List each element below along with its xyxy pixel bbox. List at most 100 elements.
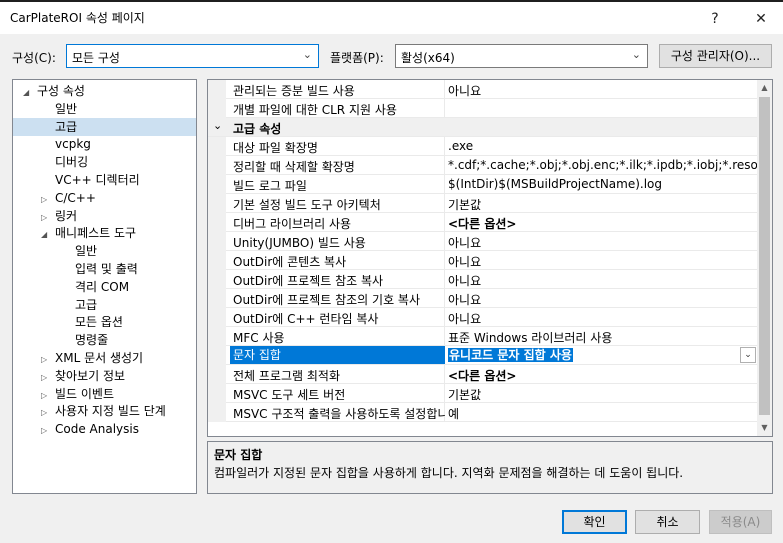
scroll-thumb[interactable] bbox=[759, 97, 770, 415]
tree-item[interactable]: ▷ C/C++ bbox=[13, 189, 196, 207]
tree-item[interactable]: 일반 bbox=[13, 100, 196, 118]
description-text: 컴파일러가 지정된 문자 집합을 사용하게 합니다. 지역화 문제점을 해결하는… bbox=[214, 466, 684, 480]
config-select[interactable]: 모든 구성 ⌄ bbox=[66, 44, 319, 68]
property-value[interactable]: .exe bbox=[448, 139, 758, 153]
property-category[interactable]: ⌄ 고급 속성 bbox=[208, 118, 758, 137]
property-value[interactable]: 유니코드 문자 집합 사용 bbox=[448, 346, 758, 364]
tree-item-label: 일반 bbox=[55, 101, 78, 116]
close-button[interactable]: ✕ bbox=[746, 8, 776, 30]
property-value[interactable]: 아니요 bbox=[448, 291, 758, 308]
property-row[interactable]: OutDir에 프로젝트 참조의 기호 복사 아니요 bbox=[208, 289, 758, 308]
tree-item[interactable]: 격리 COM bbox=[13, 278, 196, 296]
expand-arrow-icon[interactable]: ▷ bbox=[41, 422, 55, 440]
row-margin bbox=[208, 213, 226, 232]
tree-item-label: 고급 bbox=[75, 297, 98, 312]
config-manager-button[interactable]: 구성 관리자(O)... bbox=[659, 44, 772, 68]
property-row[interactable]: MSVC 구조적 출력을 사용하도록 설정합니다 예 bbox=[208, 403, 758, 422]
property-value[interactable]: 아니요 bbox=[448, 310, 758, 327]
tree-item[interactable]: ▷ 빌드 이벤트 bbox=[13, 385, 196, 403]
property-row[interactable]: OutDir에 프로젝트 참조 복사 아니요 bbox=[208, 270, 758, 289]
row-margin bbox=[208, 365, 226, 384]
tree-item[interactable]: ▷ XML 문서 생성기 bbox=[13, 349, 196, 367]
apply-button[interactable]: 적용(A) bbox=[709, 510, 772, 534]
tree-item[interactable]: ▷ Code Analysis bbox=[13, 420, 196, 438]
tree-item[interactable]: 일반 bbox=[13, 242, 196, 260]
property-row[interactable]: 개별 파일에 대한 CLR 지원 사용 bbox=[208, 99, 758, 118]
property-name: 전체 프로그램 최적화 bbox=[233, 369, 340, 383]
property-name: OutDir에 프로젝트 참조의 기호 복사 bbox=[233, 293, 421, 307]
property-row[interactable]: MSVC 도구 세트 버전 기본값 bbox=[208, 384, 758, 403]
property-name: OutDir에 C++ 런타임 복사 bbox=[233, 312, 379, 326]
property-row[interactable]: 빌드 로그 파일 $(IntDir)$(MSBuildProjectName).l… bbox=[208, 175, 758, 194]
scroll-down-icon[interactable]: ▼ bbox=[757, 420, 772, 436]
tree-item-label: 찾아보기 정보 bbox=[55, 368, 126, 383]
property-row[interactable]: MFC 사용 표준 Windows 라이브러리 사용 bbox=[208, 327, 758, 346]
property-row[interactable]: OutDir에 C++ 런타임 복사 아니요 bbox=[208, 308, 758, 327]
property-value[interactable]: *.cdf;*.cache;*.obj;*.obj.enc;*.ilk;*.ip… bbox=[448, 158, 758, 172]
tree-item-label: 입력 및 출력 bbox=[75, 262, 138, 276]
property-name: OutDir에 프로젝트 참조 복사 bbox=[233, 274, 384, 288]
tree-item[interactable]: ▷ 링커 bbox=[13, 207, 196, 225]
property-value[interactable]: <다른 옵션> bbox=[448, 215, 758, 232]
property-value[interactable]: 아니요 bbox=[448, 272, 758, 289]
property-row[interactable]: 디버그 라이브러리 사용 <다른 옵션> bbox=[208, 213, 758, 232]
property-row[interactable]: 대상 파일 확장명 .exe bbox=[208, 137, 758, 156]
property-tree[interactable]: ◢ 구성 속성 일반 고급 vcpkg 디버깅 VC++ 디렉터리 ▷ C/C++ ▷ 링커 ◢ 매니페… bbox=[12, 79, 197, 494]
tree-item-label: vcpkg bbox=[55, 137, 91, 152]
row-margin bbox=[208, 175, 226, 194]
tree-item[interactable]: 고급 bbox=[13, 296, 196, 314]
platform-label: 플랫폼(P): bbox=[330, 51, 384, 65]
property-grid[interactable]: MSVC 구조적 출력을 사용하도록 설정합니다 예 MSVC 도구 세트 버전 기본… bbox=[207, 79, 773, 437]
property-row[interactable]: 관리되는 증분 빌드 사용 아니요 bbox=[208, 80, 758, 99]
tree-item[interactable]: ▷ 사용자 지정 빌드 단계 bbox=[13, 402, 196, 420]
property-value[interactable]: 아니요 bbox=[448, 234, 758, 251]
scroll-up-icon[interactable]: ▲ bbox=[757, 80, 772, 96]
tree-item[interactable]: ◢ 매니페스트 도구 bbox=[13, 224, 196, 242]
row-margin bbox=[208, 80, 226, 99]
property-row[interactable]: 기본 설정 빌드 도구 아키텍처 기본값 bbox=[208, 194, 758, 213]
row-margin bbox=[208, 156, 226, 175]
vertical-scrollbar[interactable]: ▲ ▼ bbox=[757, 80, 772, 436]
tree-item-label: 링커 bbox=[55, 208, 78, 223]
property-name: 개별 파일에 대한 CLR 지원 사용 bbox=[233, 103, 397, 117]
property-value[interactable]: 예 bbox=[448, 405, 758, 422]
property-row[interactable]: 정리할 때 삭제할 확장명 *.cdf;*.cache;*.obj;*.obj.e… bbox=[208, 156, 758, 175]
tree-item[interactable]: 디버깅 bbox=[13, 153, 196, 171]
tree-item-label: 명령줄 bbox=[75, 333, 109, 348]
tree-item[interactable]: 모든 옵션 bbox=[13, 313, 196, 331]
tree-item[interactable]: 명령줄 bbox=[13, 331, 196, 349]
property-value[interactable]: 아니요 bbox=[448, 253, 758, 270]
row-margin bbox=[208, 346, 226, 365]
platform-select[interactable]: 활성(x64) ⌄ bbox=[395, 44, 648, 68]
tree-item-label: 디버깅 bbox=[55, 155, 89, 170]
cancel-button[interactable]: 취소 bbox=[635, 510, 700, 534]
tree-item[interactable]: vcpkg bbox=[13, 135, 196, 153]
property-name: Unity(JUMBO) 빌드 사용 bbox=[233, 236, 366, 250]
description-panel: 문자 집합 컴파일러가 지정된 문자 집합을 사용하게 합니다. 지역화 문제점… bbox=[207, 441, 773, 494]
property-value[interactable]: 아니요 bbox=[448, 82, 758, 99]
property-value[interactable]: $(IntDir)$(MSBuildProjectName).log bbox=[448, 177, 758, 191]
tree-item[interactable]: ▷ 찾아보기 정보 bbox=[13, 367, 196, 385]
ok-button[interactable]: 확인 bbox=[562, 510, 627, 534]
property-row[interactable]: 전체 프로그램 최적화 <다른 옵션> bbox=[208, 365, 758, 384]
property-row[interactable]: 문자 집합 유니코드 문자 집합 사용 ⌄ bbox=[208, 346, 758, 365]
row-margin bbox=[208, 403, 226, 422]
property-value[interactable]: 기본값 bbox=[448, 196, 758, 213]
property-value-text: 유니코드 문자 집합 사용 bbox=[448, 348, 573, 362]
collapse-chevron-icon[interactable]: ⌄ bbox=[213, 119, 222, 132]
tree-item[interactable]: 고급 bbox=[13, 117, 196, 136]
tree-item[interactable]: 입력 및 출력 bbox=[13, 260, 196, 278]
dropdown-chevron-icon[interactable]: ⌄ bbox=[740, 347, 756, 363]
property-row[interactable]: OutDir에 콘텐츠 복사 아니요 bbox=[208, 251, 758, 270]
tree-item[interactable]: VC++ 디렉터리 bbox=[13, 171, 196, 189]
property-row[interactable]: Unity(JUMBO) 빌드 사용 아니요 bbox=[208, 232, 758, 251]
property-value[interactable]: <다른 옵션> bbox=[448, 367, 758, 384]
tree-item-label: 사용자 지정 빌드 단계 bbox=[55, 404, 166, 419]
property-name: 문자 집합 bbox=[230, 346, 445, 364]
tree-item[interactable]: ◢ 구성 속성 bbox=[13, 82, 196, 100]
property-value[interactable]: 기본값 bbox=[448, 386, 758, 403]
platform-select-value: 활성(x64) bbox=[401, 51, 455, 65]
property-name: 고급 속성 bbox=[233, 122, 282, 136]
property-value[interactable]: 표준 Windows 라이브러리 사용 bbox=[448, 329, 758, 346]
help-button[interactable]: ? bbox=[700, 8, 730, 30]
